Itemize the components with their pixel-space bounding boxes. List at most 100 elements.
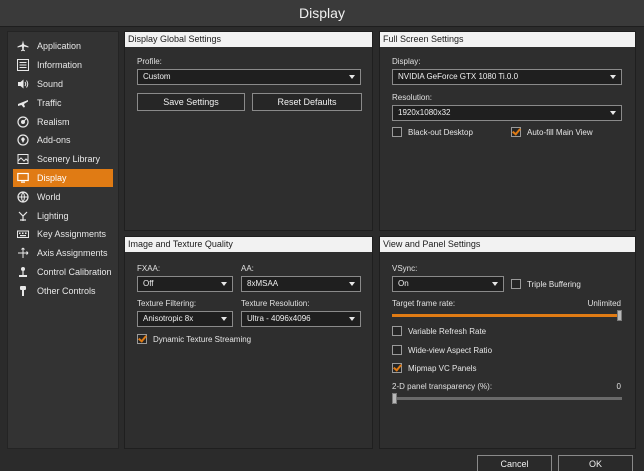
chevron-down-icon (349, 282, 355, 286)
profile-select[interactable]: Custom (137, 69, 361, 85)
sidebar-item-key-assignments[interactable]: Key Assignments (8, 225, 118, 244)
autofill-main-view-checkbox[interactable]: Auto-fill Main View (511, 127, 593, 137)
blackout-desktop-checkbox[interactable]: Black-out Desktop (392, 127, 473, 137)
chevron-down-icon (492, 282, 498, 286)
puzzle-icon (16, 134, 30, 146)
sidebar-item-label: Add-ons (37, 135, 71, 146)
resolution-select[interactable]: 1920x1080x32 (392, 105, 622, 121)
sidebar-item-label: Information (37, 60, 83, 71)
sidebar-item-traffic[interactable]: Traffic (8, 93, 118, 112)
texture-resolution-value: Ultra - 4096x4096 (247, 314, 311, 323)
dynamic-texture-streaming-checkbox[interactable]: Dynamic Texture Streaming (137, 334, 251, 344)
panel-transparency-value: 0 (616, 382, 621, 391)
texture-filtering-select[interactable]: Anisotropic 8x (137, 311, 233, 327)
lightbulb-icon (16, 210, 30, 222)
texture-filtering-value: Anisotropic 8x (143, 314, 194, 323)
triple-buffering-checkbox[interactable]: Triple Buffering (511, 279, 581, 289)
aa-value: 8xMSAA (247, 279, 279, 288)
profile-value: Custom (143, 72, 171, 81)
ok-button[interactable]: OK (558, 455, 633, 471)
save-settings-button[interactable]: Save Settings (137, 93, 245, 111)
panel-title: View and Panel Settings (380, 237, 635, 252)
sidebar-item-label: Scenery Library (37, 154, 101, 165)
checkbox-box (392, 127, 402, 137)
wide-view-aspect-ratio-checkbox[interactable]: Wide-view Aspect Ratio (392, 345, 492, 355)
checkbox-box (511, 279, 521, 289)
airplane-icon (16, 40, 30, 52)
slider-fill (392, 314, 617, 317)
globe-world-icon (16, 191, 30, 203)
sidebar-item-add-ons[interactable]: Add-ons (8, 131, 118, 150)
slider-thumb[interactable] (617, 310, 622, 321)
checkbox-label: Variable Refresh Rate (408, 326, 487, 336)
joystick-icon (16, 266, 30, 278)
checkbox-label: Mipmap VC Panels (408, 363, 477, 373)
aa-label: AA: (241, 264, 254, 273)
profile-label: Profile: (137, 57, 162, 66)
sidebar-item-other-controls[interactable]: Other Controls (8, 281, 118, 300)
fullscreen-settings-panel: Full Screen Settings Display: NVIDIA GeF… (379, 31, 636, 231)
sidebar-item-realism[interactable]: Realism (8, 112, 118, 131)
checkbox-label: Dynamic Texture Streaming (153, 334, 252, 344)
panel-title: Image and Texture Quality (125, 237, 372, 252)
sidebar-item-label: World (37, 191, 61, 202)
sidebar-item-information[interactable]: Information (8, 56, 118, 75)
texture-resolution-label: Texture Resolution: (241, 299, 310, 308)
airplane-traffic-icon (16, 97, 30, 109)
sidebar-item-label: Application (37, 41, 82, 52)
monitor-icon (16, 172, 30, 184)
mipmap-vc-panels-checkbox[interactable]: Mipmap VC Panels (392, 363, 476, 373)
vsync-label: VSync: (392, 264, 418, 273)
cancel-button[interactable]: Cancel (477, 455, 552, 471)
sidebar-item-axis-assignments[interactable]: Axis Assignments (8, 244, 118, 263)
checkmark-icon (392, 363, 402, 373)
global-settings-panel: Display Global Settings Profile: Custom … (124, 31, 373, 231)
checkbox-box (392, 326, 402, 336)
sidebar-item-label: Lighting (37, 210, 69, 221)
sidebar-item-label: Key Assignments (37, 229, 107, 240)
sidebar-item-label: Axis Assignments (37, 248, 108, 259)
frame-rate-slider[interactable] (392, 310, 622, 321)
sidebar-item-sound[interactable]: Sound (8, 75, 118, 94)
texture-resolution-select[interactable]: Ultra - 4096x4096 (241, 311, 361, 327)
speaker-icon (16, 78, 30, 90)
slider-thumb[interactable] (392, 393, 397, 404)
throttle-icon (16, 285, 30, 297)
checkbox-box (392, 345, 402, 355)
gauge-icon (16, 115, 30, 128)
fxaa-value: Off (143, 279, 154, 288)
display-select[interactable]: NVIDIA GeForce GTX 1080 Ti.0.0 (392, 69, 622, 85)
vsync-select[interactable]: On (392, 276, 504, 292)
panel-transparency-slider[interactable] (392, 393, 622, 404)
texture-quality-panel: Image and Texture Quality FXAA: Off AA: … (124, 236, 373, 449)
sidebar-item-world[interactable]: World (8, 187, 118, 206)
sidebar-item-lighting[interactable]: Lighting (8, 206, 118, 225)
checkmark-icon (511, 127, 521, 137)
checkbox-label: Auto-fill Main View (527, 127, 593, 137)
sidebar-item-control-calibration[interactable]: Control Calibration (8, 263, 118, 282)
chevron-down-icon (221, 282, 227, 286)
globe-icon (16, 153, 30, 165)
checkbox-label: Triple Buffering (527, 279, 581, 289)
resolution-label: Resolution: (392, 93, 433, 102)
sidebar-item-display[interactable]: Display (13, 168, 113, 188)
variable-refresh-rate-checkbox[interactable]: Variable Refresh Rate (392, 326, 486, 336)
panel-transparency-label: 2-D panel transparency (%): (392, 382, 493, 391)
sidebar-item-scenery-library[interactable]: Scenery Library (8, 150, 118, 169)
reset-defaults-button[interactable]: Reset Defaults (252, 93, 362, 111)
fxaa-label: FXAA: (137, 264, 161, 273)
fxaa-select[interactable]: Off (137, 276, 233, 292)
display-value: NVIDIA GeForce GTX 1080 Ti.0.0 (398, 72, 519, 81)
keyboard-icon (16, 228, 30, 240)
sidebar-item-label: Display (37, 172, 67, 183)
display-label: Display: (392, 57, 421, 66)
sidebar-item-label: Control Calibration (37, 266, 112, 277)
panel-title: Full Screen Settings (380, 32, 635, 47)
panel-title: Display Global Settings (125, 32, 372, 47)
view-panel-settings-panel: View and Panel Settings VSync: On Triple… (379, 236, 636, 449)
aa-select[interactable]: 8xMSAA (241, 276, 361, 292)
axis-icon (16, 247, 30, 259)
resolution-value: 1920x1080x32 (398, 108, 451, 117)
window-title: Display (0, 0, 644, 27)
sidebar-item-application[interactable]: Application (8, 37, 118, 56)
